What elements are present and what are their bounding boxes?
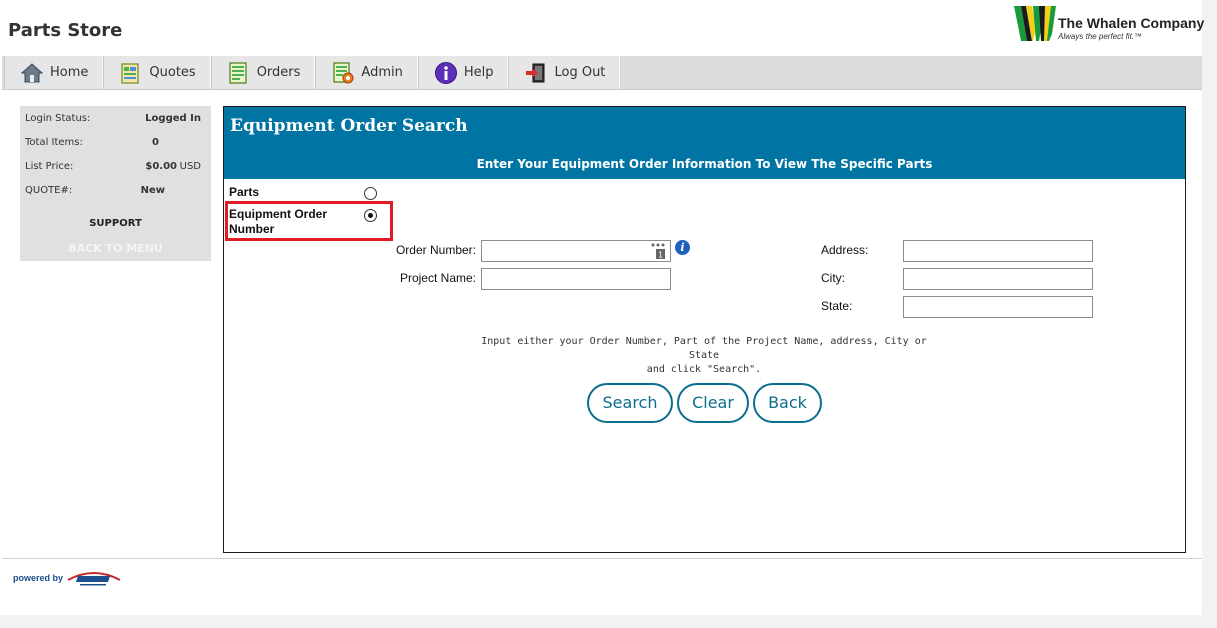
project-name-label: Project Name: [399, 271, 476, 285]
info-icon[interactable]: i [675, 240, 690, 255]
total-items-value: 0 [152, 137, 159, 148]
project-name-input[interactable] [481, 268, 671, 290]
home-icon [20, 62, 44, 82]
nav-home[interactable]: Home [4, 56, 104, 89]
powered-by-label: powered by [13, 573, 64, 583]
equipment-order-search-panel: Equipment Order Search Enter Your Equipm… [223, 106, 1186, 553]
whalen-logo-mark-icon [1014, 6, 1056, 41]
support-link[interactable]: SUPPORT [20, 218, 211, 229]
app-title: Parts Store [8, 20, 123, 41]
keypad-icon[interactable]: 1 [650, 242, 666, 260]
back-to-menu-link[interactable]: BACK TO MENU [20, 242, 211, 255]
state-label: State: [821, 299, 853, 313]
nav-admin[interactable]: Admin [315, 56, 418, 89]
bca-logo-icon [67, 572, 121, 586]
svg-text:1: 1 [658, 251, 663, 260]
orders-icon [229, 61, 247, 84]
panel-title: Equipment Order Search [230, 116, 468, 136]
brand-tagline: Always the perfect fit.™ [1058, 32, 1143, 41]
option-parts-radio[interactable] [364, 187, 377, 200]
state-input[interactable] [903, 296, 1093, 318]
whalen-logo: The Whalen Company Always the perfect fi… [1014, 4, 1204, 44]
nav-help-label: Help [463, 65, 494, 80]
main-nav: Home Quotes Orders Admin Help Log Out [2, 56, 1202, 90]
search-instructions-line2: and click "Search". [646, 364, 762, 375]
nav-orders[interactable]: Orders [210, 56, 316, 89]
order-number-input[interactable] [481, 240, 671, 262]
nav-quotes-label: Quotes [149, 65, 196, 80]
total-items-label: Total Items: [25, 137, 83, 148]
nav-quotes[interactable]: Quotes [103, 56, 211, 89]
nav-orders-label: Orders [256, 65, 301, 80]
nav-logout[interactable]: Log Out [508, 56, 621, 89]
login-status-label: Login Status: [25, 113, 91, 124]
clear-button[interactable]: Clear [677, 383, 749, 423]
quote-number-value: New [140, 185, 165, 196]
footer-divider [2, 558, 1202, 559]
search-instructions-line1: Input either your Order Number, Part of … [481, 336, 927, 361]
list-price-label: List Price: [25, 161, 74, 172]
nav-home-label: Home [50, 65, 89, 80]
search-instructions: Input either your Order Number, Part of … [464, 335, 944, 377]
city-input[interactable] [903, 268, 1093, 290]
account-sidebar: Login Status: Logged In Total Items: 0 L… [20, 106, 211, 261]
search-button[interactable]: Search [587, 383, 673, 423]
nav-logout-label: Log Out [554, 65, 606, 80]
quote-number-label: QUOTE#: [25, 185, 73, 196]
logout-icon [526, 63, 545, 82]
order-number-label: Order Number: [395, 243, 476, 257]
selection-highlight-box [225, 201, 393, 241]
nav-admin-label: Admin [361, 65, 403, 80]
admin-icon [333, 61, 354, 83]
address-input[interactable] [903, 240, 1093, 262]
quotes-icon [121, 62, 139, 84]
city-label: City: [821, 271, 845, 285]
nav-help[interactable]: Help [417, 56, 509, 89]
help-icon [434, 61, 457, 84]
option-parts-label: Parts [229, 185, 260, 199]
back-button[interactable]: Back [753, 383, 822, 423]
panel-header: Equipment Order Search Enter Your Equipm… [224, 107, 1185, 179]
login-status-value: Logged In [145, 113, 201, 124]
list-price-unit: USD [179, 161, 201, 172]
brand-name: The Whalen Company [1058, 15, 1205, 31]
page: Parts Store The Whalen Company Always th… [0, 0, 1204, 615]
panel-subtitle: Enter Your Equipment Order Information T… [476, 157, 933, 171]
address-label: Address: [821, 243, 869, 257]
list-price-value: $0.00 [145, 161, 177, 172]
